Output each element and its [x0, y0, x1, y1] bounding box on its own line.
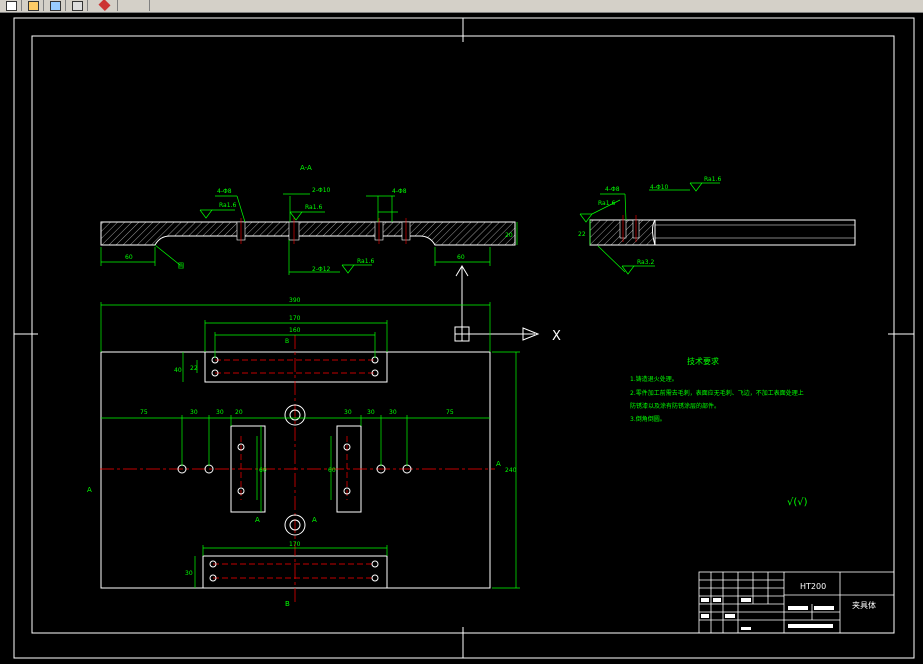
- side-rough-b: Ra1.6: [598, 200, 615, 207]
- side-view: 4-Φ8 4-Φ10 Ra1.6 Ra1.6 Ra3.2 22: [578, 176, 856, 275]
- note-line-4: 3.倒角倒圆。: [630, 415, 666, 423]
- dim-left-75: 75: [140, 409, 148, 416]
- dim-hole-left: 4-Φ8: [217, 188, 232, 195]
- section-marker-a-bottom: A: [255, 516, 260, 524]
- dim-overall-width: 390: [289, 297, 301, 304]
- dim-right-75: 75: [446, 409, 454, 416]
- section-marker-a-bottom2: A: [312, 516, 317, 524]
- material-label: HT200: [800, 582, 826, 591]
- note-line-1: 1.铸造退火处理。: [630, 375, 678, 383]
- save-icon[interactable]: [44, 0, 66, 11]
- part-name-label: 夹具体: [852, 600, 876, 610]
- dim-left-slot-height: 60: [259, 467, 267, 474]
- print-icon[interactable]: [66, 0, 88, 11]
- drawing-frame: [13, 17, 915, 659]
- section-marker-a-right: A: [496, 460, 501, 468]
- dim-right-30b: 30: [367, 409, 375, 416]
- section-marker-a-left: A: [87, 486, 92, 494]
- dim-left-slot-w: 20: [235, 409, 243, 416]
- dim-bottom-slot-width: 170: [289, 541, 301, 548]
- side-rough-a: Ra1.6: [704, 176, 721, 183]
- section-label: A-A: [300, 164, 312, 172]
- dim-hole-right: 4-Φ8: [392, 188, 407, 195]
- dim-right-30c: 30: [389, 409, 397, 416]
- side-thickness: 22: [578, 231, 586, 238]
- section-marker-b: B: [285, 600, 290, 608]
- dim-top-slot-outer: 170: [289, 315, 301, 322]
- rough-1: Ra1.6: [219, 202, 236, 209]
- dim-right-flat: 60: [457, 254, 465, 261]
- dim-hole-bottom: 2-Φ12: [312, 266, 331, 273]
- cad-drawing-canvas[interactable]: A-A 60 60 20 4-Φ8 Ra1.6 2-Φ10 Ra1.6 4-Φ8…: [0, 12, 923, 664]
- dim-right-slot-height: 60: [328, 467, 336, 474]
- section-view-aa: A-A 60 60 20 4-Φ8 Ra1.6 2-Φ10 Ra1.6 4-Φ8…: [100, 164, 518, 275]
- rough-3: Ra1.6: [357, 258, 374, 265]
- toolbar-separator: [118, 0, 150, 11]
- side-dim-hole-a: 4-Φ8: [605, 186, 620, 193]
- slot-mark-b: B: [285, 338, 289, 345]
- dim-bottom-slot-height: 30: [185, 570, 193, 577]
- technical-notes: 技术要求 1.铸造退火处理。 2.零件加工前需去毛刺，表面应无毛刺、飞边，不加工…: [630, 356, 804, 423]
- dim-left-30: 30: [190, 409, 198, 416]
- dim-top-slot-height: 22: [190, 365, 198, 372]
- dim-top-slot-inner: 160: [289, 327, 301, 334]
- ucs-x-label: X: [552, 329, 561, 344]
- general-roughness-symbol: √(√): [787, 497, 808, 508]
- dim-overall-height: 240: [505, 467, 517, 474]
- draw-icon[interactable]: [88, 0, 118, 12]
- chamfer-note: 圆: [178, 263, 184, 270]
- new-icon[interactable]: [0, 0, 22, 11]
- dim-hole-mid: 2-Φ10: [312, 187, 331, 194]
- note-line-2: 2.零件加工前需去毛刺，表面应无毛刺、飞边，不加工表面处理上: [630, 389, 804, 397]
- plan-view: 390 170 160 B 22 40 170 30 75 30 30 30 3…: [87, 297, 520, 608]
- side-dim-hole-b: 4-Φ10: [650, 184, 669, 191]
- title-block-fills: [701, 598, 834, 630]
- dim-right-30: 30: [344, 409, 352, 416]
- dim-thickness: 20: [505, 232, 513, 239]
- note-line-3: 防锈漆以及涂有防锈涂层的部件。: [630, 402, 720, 410]
- open-icon[interactable]: [22, 0, 44, 11]
- dim-left-30b: 30: [216, 409, 224, 416]
- rough-2: Ra1.6: [305, 204, 322, 211]
- notes-heading: 技术要求: [687, 356, 719, 366]
- side-rough-c: Ra3.2: [637, 259, 654, 266]
- ucs-icon: [454, 265, 540, 342]
- dim-top-slot-depth: 40: [174, 367, 182, 374]
- dim-left-flat: 60: [125, 254, 133, 261]
